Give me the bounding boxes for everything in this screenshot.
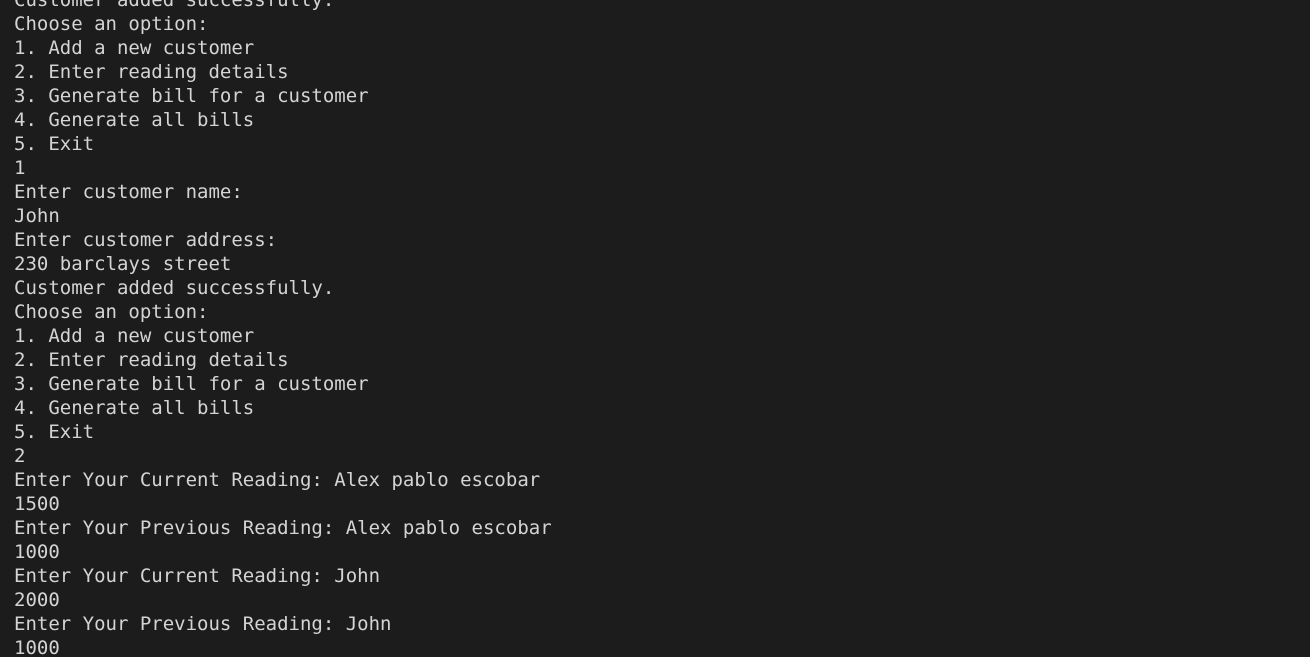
output-line: Enter Your Previous Reading: John bbox=[14, 613, 392, 635]
output-line: 4. Generate all bills bbox=[14, 397, 255, 419]
output-line: 1. Add a new customer bbox=[14, 325, 255, 347]
output-line: Choose an option: bbox=[14, 301, 209, 323]
output-line: 2 bbox=[14, 445, 26, 467]
output-line: John bbox=[14, 205, 60, 227]
output-line: 5. Exit bbox=[14, 133, 95, 155]
output-line: 3. Generate bill for a customer bbox=[14, 373, 369, 395]
output-line: 2. Enter reading details bbox=[14, 61, 289, 83]
terminal-window[interactable]: Customer added successfully. Choose an o… bbox=[0, 0, 1310, 657]
output-line: Enter Your Current Reading: John bbox=[14, 565, 381, 587]
output-line: 1000 bbox=[14, 637, 60, 657]
output-line: 2000 bbox=[14, 589, 60, 611]
output-line: 2. Enter reading details bbox=[14, 349, 289, 371]
output-line: 5. Exit bbox=[14, 421, 95, 443]
output-line: Enter customer address: bbox=[14, 229, 278, 251]
output-line: Choose an option: bbox=[14, 13, 209, 35]
terminal-output: Customer added successfully. Choose an o… bbox=[14, 0, 552, 657]
output-line: Enter Your Current Reading: Alex pablo e… bbox=[14, 469, 541, 491]
output-line: 1. Add a new customer bbox=[14, 37, 255, 59]
output-line: 1500 bbox=[14, 493, 60, 515]
output-line: 230 barclays street bbox=[14, 253, 232, 275]
output-line: Enter customer name: bbox=[14, 181, 243, 203]
output-line: Customer added successfully. bbox=[14, 0, 335, 11]
output-line: Customer added successfully. bbox=[14, 277, 335, 299]
output-line: 4. Generate all bills bbox=[14, 109, 255, 131]
output-line: 1 bbox=[14, 157, 26, 179]
output-line: Enter Your Previous Reading: Alex pablo … bbox=[14, 517, 552, 539]
output-line: 1000 bbox=[14, 541, 60, 563]
output-line: 3. Generate bill for a customer bbox=[14, 85, 369, 107]
